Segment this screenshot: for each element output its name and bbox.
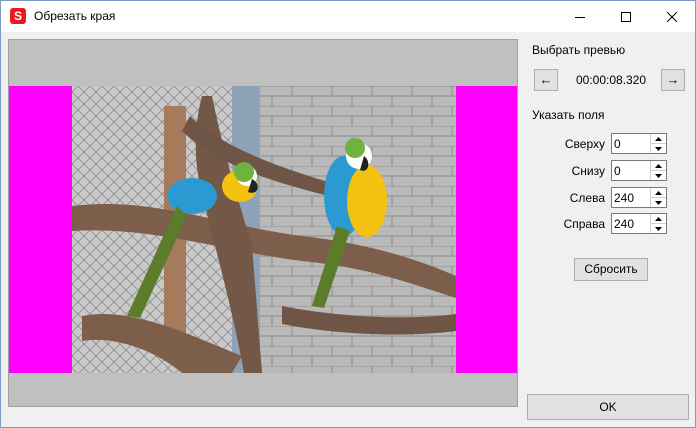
crop-margin-right [456,86,517,373]
timestamp-label: 00:00:08.320 [576,73,647,87]
spin-down-icon[interactable] [651,171,666,180]
close-button[interactable] [649,1,695,32]
crop-window: S Обрезать края Выбрать превью ← 00:00:0… [0,0,696,428]
window-content: Выбрать превью ← 00:00:08.320 → Указать … [1,32,695,427]
window-title: Обрезать края [34,9,116,23]
top-margin-value[interactable]: 0 [614,137,621,151]
reset-button[interactable]: Сбросить [574,258,648,281]
app-icon: S [10,8,26,24]
spin-up-icon[interactable] [651,188,666,198]
spin-down-icon[interactable] [651,144,666,153]
maximize-button[interactable] [603,1,649,32]
left-margin-stepper[interactable]: 240 [611,187,667,208]
preview-area [8,39,518,407]
title-bar[interactable]: S Обрезать края [1,1,695,32]
close-icon [667,11,677,22]
choose-preview-label: Выбрать превью [532,43,626,57]
preview-image [72,86,456,373]
ok-button[interactable]: OK [527,394,689,420]
right-margin-stepper[interactable]: 240 [611,213,667,234]
margins-label: Указать поля [532,108,605,122]
left-margin-label: Слева [569,191,605,205]
spin-down-icon[interactable] [651,224,666,233]
spin-up-icon[interactable] [651,134,666,144]
right-margin-label: Справа [563,217,605,231]
crop-margin-left [9,86,72,373]
spin-down-icon[interactable] [651,198,666,207]
spin-up-icon[interactable] [651,214,666,224]
maximize-icon [621,11,631,22]
top-margin-label: Сверху [564,137,605,151]
left-margin-value[interactable]: 240 [614,191,634,205]
prev-frame-button[interactable]: ← [534,69,558,91]
spin-up-icon[interactable] [651,161,666,171]
top-margin-stepper[interactable]: 0 [611,133,667,154]
bottom-margin-label: Снизу [571,164,605,178]
minimize-button[interactable] [557,1,603,32]
bottom-margin-stepper[interactable]: 0 [611,160,667,181]
bottom-margin-value[interactable]: 0 [614,164,621,178]
minimize-icon [575,16,585,18]
next-frame-button[interactable]: → [661,69,685,91]
right-margin-value[interactable]: 240 [614,217,634,231]
